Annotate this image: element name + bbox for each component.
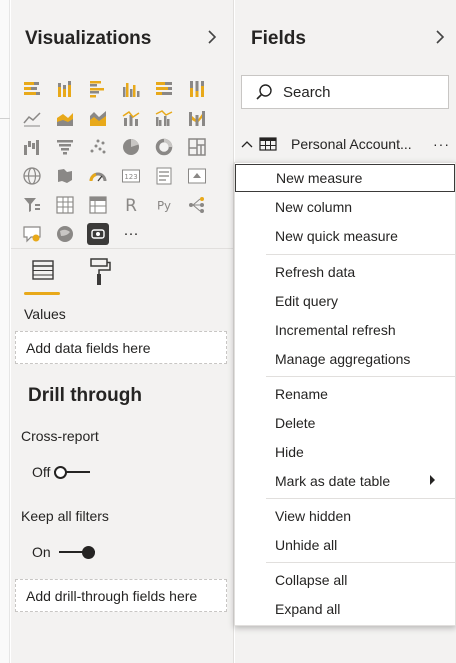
clustered-column-chart-icon[interactable] bbox=[120, 78, 142, 100]
collapse-visualizations-chevron-icon[interactable] bbox=[207, 29, 217, 50]
visualizations-pane: Visualizations 123 R Py ··· Values Add d… bbox=[11, 0, 234, 663]
table-visual-icon[interactable] bbox=[54, 194, 76, 216]
toggle-knob bbox=[54, 466, 68, 479]
svg-text:Py: Py bbox=[157, 198, 171, 212]
drill-through-title: Drill through bbox=[28, 385, 142, 406]
menu-item-mark-as-date-table[interactable]: Mark as date table bbox=[235, 467, 455, 495]
table-context-menu: New measure New column New quick measure… bbox=[234, 162, 456, 626]
menu-item-manage-aggregations[interactable]: Manage aggregations bbox=[235, 345, 455, 373]
100-stacked-bar-chart-icon[interactable] bbox=[153, 78, 175, 100]
fields-tab-icon[interactable] bbox=[23, 256, 63, 296]
menu-separator bbox=[266, 254, 456, 255]
python-visual-icon[interactable]: Py bbox=[153, 194, 175, 216]
left-edge-strip bbox=[0, 0, 10, 663]
table-icon bbox=[259, 137, 277, 151]
slicer-icon[interactable] bbox=[21, 194, 43, 216]
menu-item-refresh-data[interactable]: Refresh data bbox=[235, 258, 455, 286]
area-chart-icon[interactable] bbox=[54, 107, 76, 129]
collapse-fields-chevron-icon[interactable] bbox=[435, 29, 445, 50]
funnel-chart-icon[interactable] bbox=[54, 136, 76, 158]
toggle-knob bbox=[81, 546, 95, 559]
stacked-area-chart-icon[interactable] bbox=[87, 107, 109, 129]
donut-chart-icon[interactable] bbox=[153, 136, 175, 158]
fields-title: Fields bbox=[251, 28, 306, 49]
line-chart-icon[interactable] bbox=[21, 107, 43, 129]
map-icon[interactable] bbox=[21, 165, 43, 187]
menu-item-collapse-all[interactable]: Collapse all bbox=[235, 566, 455, 594]
paint-roller-icon[interactable] bbox=[83, 256, 117, 292]
menu-item-expand-all[interactable]: Expand all bbox=[235, 595, 455, 623]
fields-search-box[interactable] bbox=[241, 75, 449, 109]
svg-text:123: 123 bbox=[124, 173, 137, 181]
key-influencers-icon[interactable] bbox=[186, 194, 208, 216]
collapse-chevron-up-icon[interactable] bbox=[241, 137, 259, 151]
q-and-a-icon[interactable] bbox=[21, 223, 43, 245]
drill-through-drop-zone[interactable]: Add drill-through fields here bbox=[15, 579, 227, 612]
filled-map-icon[interactable] bbox=[54, 165, 76, 187]
table-row-personal-account[interactable]: Personal Account... ··· bbox=[235, 132, 456, 156]
keep-all-filters-toggle[interactable]: On bbox=[32, 544, 95, 560]
menu-item-new-quick-measure[interactable]: New quick measure bbox=[235, 222, 455, 250]
keep-all-filters-label: Keep all filters bbox=[21, 508, 109, 524]
visualizations-title: Visualizations bbox=[25, 28, 152, 49]
search-icon bbox=[256, 84, 272, 100]
matrix-icon[interactable] bbox=[87, 194, 109, 216]
cross-report-label: Cross-report bbox=[21, 428, 99, 444]
active-tab-underline bbox=[24, 292, 60, 295]
arcgis-map-icon[interactable] bbox=[54, 223, 76, 245]
submenu-arrow-icon bbox=[430, 475, 435, 485]
kpi-icon[interactable] bbox=[186, 165, 208, 187]
treemap-icon[interactable] bbox=[186, 136, 208, 158]
toggle-track bbox=[54, 466, 91, 479]
strip-divider bbox=[0, 118, 10, 119]
menu-separator bbox=[266, 376, 456, 377]
menu-separator bbox=[266, 562, 456, 563]
clustered-bar-chart-icon[interactable] bbox=[87, 78, 109, 100]
menu-separator bbox=[266, 498, 456, 499]
multi-row-card-icon[interactable] bbox=[153, 165, 175, 187]
visualizations-divider bbox=[11, 248, 234, 249]
table-name: Personal Account... bbox=[291, 136, 412, 152]
stacked-column-chart-icon[interactable] bbox=[54, 78, 76, 100]
menu-item-new-column[interactable]: New column bbox=[235, 193, 455, 221]
search-input[interactable] bbox=[283, 83, 433, 101]
more-options-icon[interactable]: ··· bbox=[433, 136, 450, 152]
ribbon-chart-icon[interactable] bbox=[186, 107, 208, 129]
svg-text:R: R bbox=[125, 196, 137, 215]
values-drop-zone[interactable]: Add data fields here bbox=[15, 331, 227, 364]
toggle-track bbox=[58, 546, 95, 559]
menu-item-incremental-refresh[interactable]: Incremental refresh bbox=[235, 316, 455, 344]
waterfall-chart-icon[interactable] bbox=[21, 136, 43, 158]
keep-all-filters-state: On bbox=[32, 544, 51, 560]
custom-visual-selected-icon[interactable] bbox=[87, 222, 109, 245]
visual-gallery: 123 R Py ··· bbox=[21, 74, 221, 248]
menu-item-rename[interactable]: Rename bbox=[235, 380, 455, 408]
r-script-visual-icon[interactable]: R bbox=[120, 194, 142, 216]
card-icon[interactable]: 123 bbox=[120, 165, 142, 187]
pie-chart-icon[interactable] bbox=[120, 136, 142, 158]
menu-item-edit-query[interactable]: Edit query bbox=[235, 287, 455, 315]
100-stacked-column-chart-icon[interactable] bbox=[186, 78, 208, 100]
line-and-clustered-column-chart-icon[interactable] bbox=[153, 107, 175, 129]
cross-report-toggle[interactable]: Off bbox=[32, 464, 91, 480]
scatter-chart-icon[interactable] bbox=[87, 136, 109, 158]
values-label: Values bbox=[24, 306, 66, 322]
menu-item-delete[interactable]: Delete bbox=[235, 409, 455, 437]
menu-item-unhide-all[interactable]: Unhide all bbox=[235, 531, 455, 559]
menu-item-new-measure[interactable]: New measure bbox=[235, 164, 455, 192]
menu-item-view-hidden[interactable]: View hidden bbox=[235, 502, 455, 530]
stacked-bar-chart-icon[interactable] bbox=[21, 78, 43, 100]
menu-item-hide[interactable]: Hide bbox=[235, 438, 455, 466]
cross-report-state: Off bbox=[32, 464, 51, 480]
line-and-stacked-column-chart-icon[interactable] bbox=[120, 107, 142, 129]
gauge-icon[interactable] bbox=[87, 165, 109, 187]
more-visuals-icon[interactable]: ··· bbox=[120, 223, 142, 245]
